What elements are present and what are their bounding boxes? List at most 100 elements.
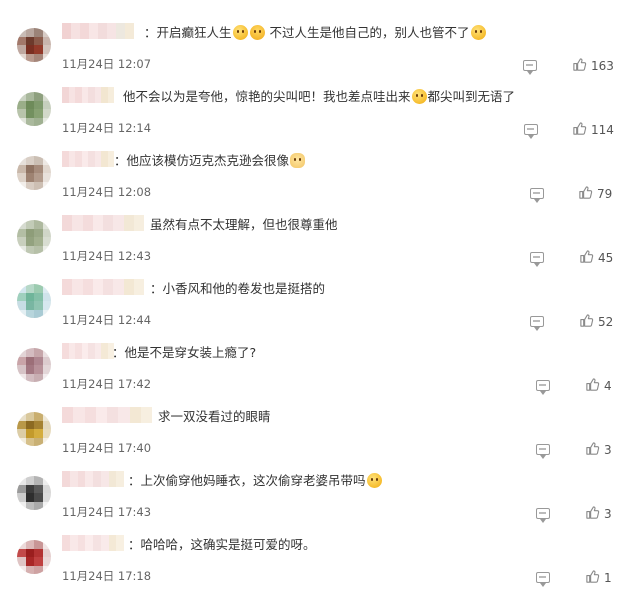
avatar[interactable]: [17, 92, 51, 126]
reply-icon[interactable]: [530, 316, 544, 331]
username-mosaic-cell: [100, 535, 109, 551]
username-mosaic-cell: [103, 279, 114, 295]
username-blurred[interactable]: [62, 215, 144, 231]
username-blurred[interactable]: [62, 151, 114, 167]
avatar-mosaic-cell: [25, 348, 34, 357]
avatar[interactable]: [17, 412, 51, 446]
thumbs-up-icon: [585, 505, 600, 524]
avatar-mosaic-cell: [42, 173, 51, 182]
avatar-mosaic-cell: [25, 228, 34, 237]
reply-icon[interactable]: [536, 572, 550, 587]
comment-item: ：小香风和他的卷发也是挺搭的 11月24日 12:44 52: [0, 274, 630, 338]
username-blurred[interactable]: [62, 23, 134, 39]
avatar-mosaic-cell: [25, 476, 34, 485]
avatar-mosaic-cell: [42, 412, 51, 421]
like-button[interactable]: 3: [585, 505, 612, 524]
username-mosaic-cell: [69, 535, 78, 551]
avatar-mosaic-cell: [17, 164, 26, 173]
avatar[interactable]: [17, 348, 51, 382]
username-mosaic-cell: [125, 23, 134, 39]
comment-item: ：他应该模仿迈克杰克逊会很像 11月24日 12:08 79: [0, 146, 630, 210]
avatar-mosaic-cell: [42, 220, 51, 229]
avatar-mosaic-cell: [34, 565, 43, 574]
avatar-mosaic-cell: [42, 484, 51, 493]
username-mosaic-cell: [62, 215, 73, 231]
avatar-mosaic-cell: [42, 365, 51, 374]
avatar-mosaic-cell: [34, 228, 43, 237]
username-mosaic-cell: [69, 471, 78, 487]
like-button[interactable]: 163: [572, 57, 614, 74]
username-mosaic-cell: [82, 279, 93, 295]
comment-item: 虽然有点不太理解，但也很尊重他 11月24日 12:43 45: [0, 210, 630, 274]
like-button[interactable]: 79: [578, 185, 613, 202]
reply-icon[interactable]: [536, 444, 550, 459]
avatar[interactable]: [17, 156, 51, 190]
comment-text-segment: ：他应该模仿迈克杰克逊会很像: [114, 153, 290, 168]
like-button[interactable]: 1: [585, 569, 612, 588]
username-mosaic-cell: [85, 471, 93, 487]
avatar-mosaic-cell: [25, 493, 34, 502]
username-mosaic-cell: [133, 279, 144, 295]
like-button[interactable]: 4: [585, 377, 612, 394]
avatar[interactable]: [17, 284, 51, 318]
avatar-mosaic-cell: [17, 109, 26, 118]
reply-icon[interactable]: [530, 188, 544, 203]
avatar-mosaic-cell: [42, 565, 51, 574]
username-mosaic-cell: [92, 215, 103, 231]
username-blurred[interactable]: [62, 343, 114, 359]
username-blurred[interactable]: [62, 407, 152, 423]
reply-icon[interactable]: [523, 60, 537, 75]
avatar-mosaic-cell: [25, 484, 34, 493]
avatar-mosaic-cell: [17, 420, 26, 429]
avatar-mosaic-cell: [42, 501, 51, 510]
avatar-mosaic-cell: [25, 420, 34, 429]
reply-icon[interactable]: [536, 380, 550, 395]
avatar-mosaic-cell: [34, 109, 43, 118]
reply-icon[interactable]: [530, 252, 544, 267]
avatar[interactable]: [17, 220, 51, 254]
avatar-mosaic-cell: [25, 557, 34, 566]
username-mosaic-cell: [113, 215, 124, 231]
like-button[interactable]: 114: [572, 121, 614, 138]
reply-icon[interactable]: [524, 124, 538, 139]
avatar-mosaic-cell: [25, 365, 34, 374]
avatar-mosaic-cell: [25, 292, 34, 301]
avatar-mosaic-cell: [42, 348, 51, 357]
username-blurred[interactable]: [62, 87, 114, 103]
username-mosaic-cell: [62, 407, 74, 423]
username-blurred[interactable]: [62, 535, 124, 551]
avatar-mosaic-cell: [17, 53, 26, 62]
avatar-mosaic-cell: [34, 540, 43, 549]
avatar-mosaic-cell: [34, 501, 43, 510]
avatar-mosaic-cell: [25, 501, 34, 510]
thumbs-up-icon: [585, 569, 600, 588]
like-button[interactable]: 52: [579, 313, 613, 330]
avatar-mosaic-cell: [34, 348, 43, 357]
avatar-mosaic-cell: [34, 92, 43, 101]
avatar[interactable]: [17, 540, 51, 574]
username-mosaic-cell: [85, 535, 93, 551]
avatar-mosaic-cell: [25, 565, 34, 574]
like-button[interactable]: 3: [585, 441, 612, 460]
avatar-mosaic-cell: [17, 565, 26, 574]
avatar-mosaic-cell: [42, 548, 51, 557]
avatar-mosaic-cell: [34, 36, 43, 45]
like-button[interactable]: 45: [579, 249, 613, 266]
avatar[interactable]: [17, 28, 51, 62]
avatar-mosaic-cell: [42, 237, 51, 246]
username-blurred[interactable]: [62, 279, 144, 295]
avatar[interactable]: [17, 476, 51, 510]
avatar-mosaic-cell: [34, 373, 43, 382]
like-count: 79: [597, 187, 613, 201]
comment-timestamp: 11月24日 12:14: [62, 121, 152, 135]
username-mosaic-cell: [113, 279, 124, 295]
avatar-mosaic-cell: [34, 420, 43, 429]
avatar-mosaic-cell: [34, 237, 43, 246]
thumbs-up-icon: [585, 441, 600, 460]
comment-text-segment: 虽然有点不太理解，但也很尊重他: [150, 217, 338, 232]
comment-timestamp: 11月24日 17:43: [62, 505, 152, 519]
comment-text: 虽然有点不太理解，但也很尊重他: [150, 216, 338, 234]
reply-icon[interactable]: [536, 508, 550, 523]
username-blurred[interactable]: [62, 471, 124, 487]
like-count: 4: [604, 379, 612, 393]
